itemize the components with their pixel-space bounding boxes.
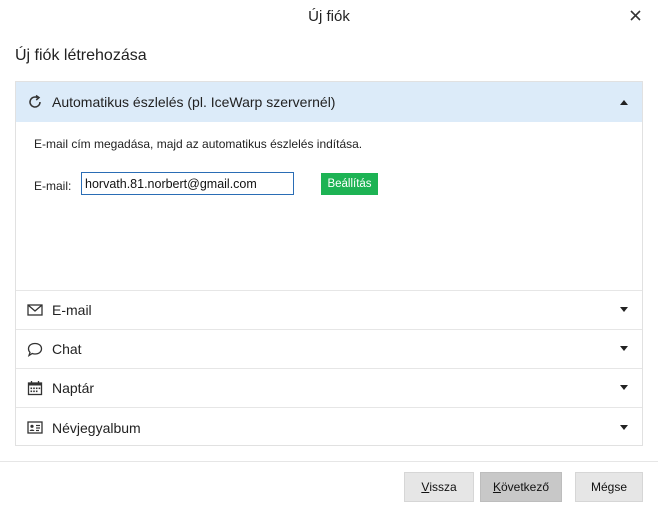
caret-down-icon [618, 304, 630, 316]
window-title: Új fiók [308, 7, 350, 25]
calendar-icon [26, 379, 44, 397]
section-chat-label: Chat [52, 341, 82, 357]
back-button-mnemonic: V [421, 480, 430, 494]
section-calendar-label: Naptár [52, 380, 95, 396]
section-auto-detect-body: E-mail cím megadása, majd az automatikus… [16, 122, 642, 291]
cancel-button[interactable]: Mégse [575, 472, 643, 502]
close-icon[interactable] [626, 6, 644, 24]
back-button[interactable]: Vissza [404, 472, 474, 502]
caret-down-icon [618, 422, 630, 434]
email-label: E-mail: [34, 179, 72, 193]
section-auto-detect-label: Automatikus észlelés (pl. IceWarp szerve… [52, 93, 336, 110]
section-email-label: E-mail [52, 302, 92, 318]
auto-detect-description: E-mail cím megadása, majd az automatikus… [34, 137, 363, 151]
refresh-icon [26, 93, 44, 111]
section-contacts-label: Névjegyalbum [52, 419, 141, 436]
caret-up-icon [618, 96, 630, 108]
back-button-label: issza [429, 480, 457, 494]
contact-card-icon [26, 419, 44, 437]
section-contacts-header[interactable]: Névjegyalbum [16, 408, 642, 447]
section-auto-detect-header[interactable]: Automatikus észlelés (pl. IceWarp szerve… [16, 82, 642, 122]
setup-button[interactable]: Beállítás [321, 173, 378, 195]
section-chat-header[interactable]: Chat [16, 330, 642, 369]
title-bar: Új fiók [0, 0, 658, 32]
caret-down-icon [618, 343, 630, 355]
envelope-icon [26, 301, 44, 319]
next-button-label: övetkező [500, 480, 550, 494]
chat-bubble-icon [26, 340, 44, 358]
section-calendar-header[interactable]: Naptár [16, 369, 642, 408]
dialog-footer: Vissza Következő Mégse [0, 461, 658, 505]
next-button[interactable]: Következő [480, 472, 562, 502]
account-type-panel: Automatikus észlelés (pl. IceWarp szerve… [15, 81, 643, 446]
section-email-header[interactable]: E-mail [16, 291, 642, 330]
next-button-mnemonic: K [492, 480, 501, 494]
caret-down-icon [618, 382, 630, 394]
email-input[interactable] [81, 172, 294, 195]
page-title: Új fiók létrehozása [15, 47, 147, 64]
